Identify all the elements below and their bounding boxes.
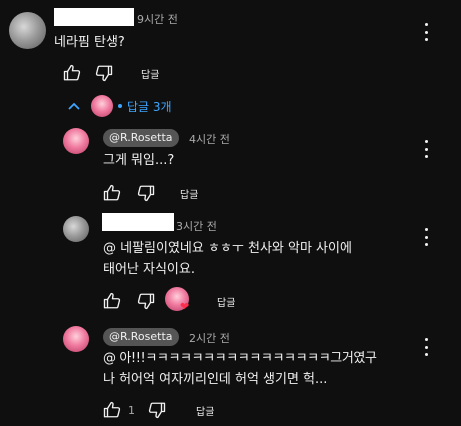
comment-more-button[interactable]: [418, 23, 434, 41]
reply-text: 그게 뭐임...?: [103, 153, 175, 168]
reply-button[interactable]: 답글: [217, 294, 235, 309]
reply-more-button[interactable]: [418, 228, 434, 246]
dislike-icon[interactable]: [148, 401, 166, 419]
reply-more-button[interactable]: [418, 140, 434, 158]
comment-text: 네라핌 탄생?: [54, 35, 125, 50]
like-icon[interactable]: [103, 401, 121, 419]
like-icon[interactable]: [63, 64, 81, 82]
dislike-icon[interactable]: [137, 184, 155, 202]
dislike-icon[interactable]: [95, 64, 113, 82]
reply-avatar[interactable]: [63, 128, 89, 154]
reply-author[interactable]: @R.Rosetta: [103, 328, 179, 346]
redacted-username: [102, 213, 174, 231]
like-icon[interactable]: [103, 184, 121, 202]
reply-text-line-1: @ 네팔림이였네요 ㅎㅎㅜ 천사와 악마 사이에: [103, 241, 352, 256]
reply-avatar[interactable]: [63, 326, 89, 352]
reply-timestamp: 2시간 전: [189, 332, 230, 345]
commenter-avatar[interactable]: [9, 12, 46, 49]
replies-count-label: 답글 3개: [127, 99, 172, 114]
creator-heart: ❤: [165, 287, 193, 315]
like-count: 1: [128, 404, 135, 417]
creator-avatar: [91, 95, 113, 117]
reply-button[interactable]: 답글: [180, 186, 198, 201]
reply-author[interactable]: @R.Rosetta: [103, 129, 179, 147]
reply-more-button[interactable]: [418, 338, 434, 356]
reply-text-line-2: 태어난 자식이요.: [103, 262, 195, 277]
reply-timestamp: 4시간 전: [189, 133, 230, 146]
replies-toggle[interactable]: 답글 3개: [68, 95, 172, 117]
reply-button[interactable]: 답글: [141, 66, 159, 81]
redacted-username: [54, 8, 134, 26]
heart-icon: ❤: [180, 300, 190, 313]
reply-timestamp: 3시간 전: [176, 220, 217, 233]
reply-text-line-2: 나 허어억 여자끼리인데 허억 생기면 헉...: [103, 372, 328, 387]
like-icon[interactable]: [103, 292, 121, 310]
reply-text-line-1: @ 아!!!ㅋㅋㅋㅋㅋㅋㅋㅋㅋㅋㅋㅋㅋㅋㅋㅋ그거였구: [103, 351, 377, 366]
reply-avatar[interactable]: [63, 216, 89, 242]
chevron-up-icon: [68, 99, 80, 113]
dot-separator: [118, 104, 122, 108]
comment-timestamp: 9시간 전: [137, 13, 178, 26]
dislike-icon[interactable]: [137, 292, 155, 310]
reply-button[interactable]: 답글: [196, 403, 214, 418]
